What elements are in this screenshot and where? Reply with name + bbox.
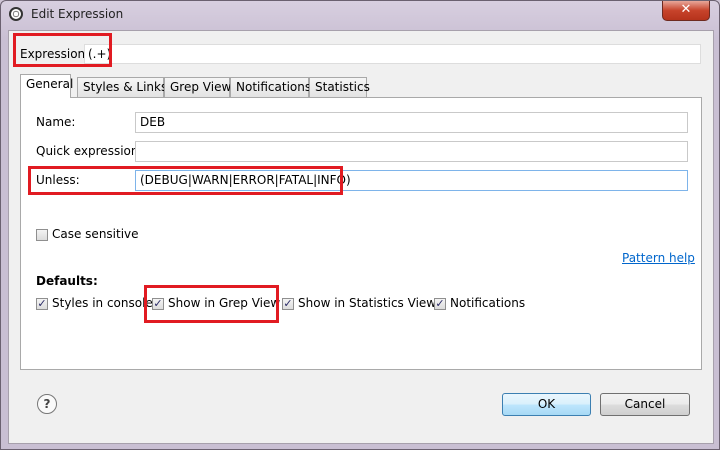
window-title: Edit Expression xyxy=(31,7,124,21)
general-panel: Name: DEB Quick expression: Unless: (DEB… xyxy=(20,97,702,370)
tab-grep-view[interactable]: Grep View xyxy=(164,77,231,97)
quick-expression-label: Quick expression: xyxy=(36,144,143,158)
show-in-statistics-view-checkbox[interactable]: ✓ xyxy=(282,298,294,310)
expression-label: Expression: xyxy=(20,47,90,61)
name-field[interactable]: DEB xyxy=(135,112,688,133)
notifications-label: Notifications xyxy=(450,296,526,310)
close-button[interactable]: ✕ xyxy=(662,1,710,21)
show-in-grep-view-label: Show in Grep View xyxy=(168,296,281,310)
edit-expression-dialog: Edit Expression ✕ Expression: (.+) Gener… xyxy=(0,0,720,450)
case-sensitive-checkbox[interactable] xyxy=(36,229,48,241)
tab-statistics[interactable]: Statistics xyxy=(309,77,370,97)
expression-value[interactable]: (.+) xyxy=(88,47,111,61)
name-label: Name: xyxy=(36,115,76,129)
unless-label: Unless: xyxy=(36,173,80,187)
title-bar[interactable]: Edit Expression ✕ xyxy=(1,1,719,29)
notifications-checkbox[interactable]: ✓ xyxy=(434,298,446,310)
pattern-help-link[interactable]: Pattern help xyxy=(622,251,695,265)
case-sensitive-label: Case sensitive xyxy=(52,227,139,241)
tab-notifications[interactable]: Notifications xyxy=(230,77,311,97)
help-icon[interactable]: ? xyxy=(37,394,57,414)
expression-field[interactable] xyxy=(84,44,701,64)
show-in-statistics-view-label: Show in Statistics View xyxy=(298,296,437,310)
show-in-grep-view-checkbox[interactable]: ✓ xyxy=(152,298,164,310)
quick-expression-field[interactable] xyxy=(135,141,688,162)
tab-general[interactable]: General xyxy=(20,74,73,98)
styles-in-console-checkbox[interactable]: ✓ xyxy=(36,298,48,310)
tab-styles-links[interactable]: Styles & Links xyxy=(77,77,167,97)
styles-in-console-label: Styles in console xyxy=(52,296,153,310)
eclipse-icon xyxy=(9,7,23,21)
ok-button[interactable]: OK xyxy=(502,393,591,416)
dialog-body: Expression: (.+) General Styles & Links … xyxy=(8,30,714,444)
unless-field[interactable]: (DEBUG|WARN|ERROR|FATAL|INFO) xyxy=(135,170,688,191)
cancel-button[interactable]: Cancel xyxy=(600,393,690,416)
defaults-heading: Defaults: xyxy=(36,274,98,288)
